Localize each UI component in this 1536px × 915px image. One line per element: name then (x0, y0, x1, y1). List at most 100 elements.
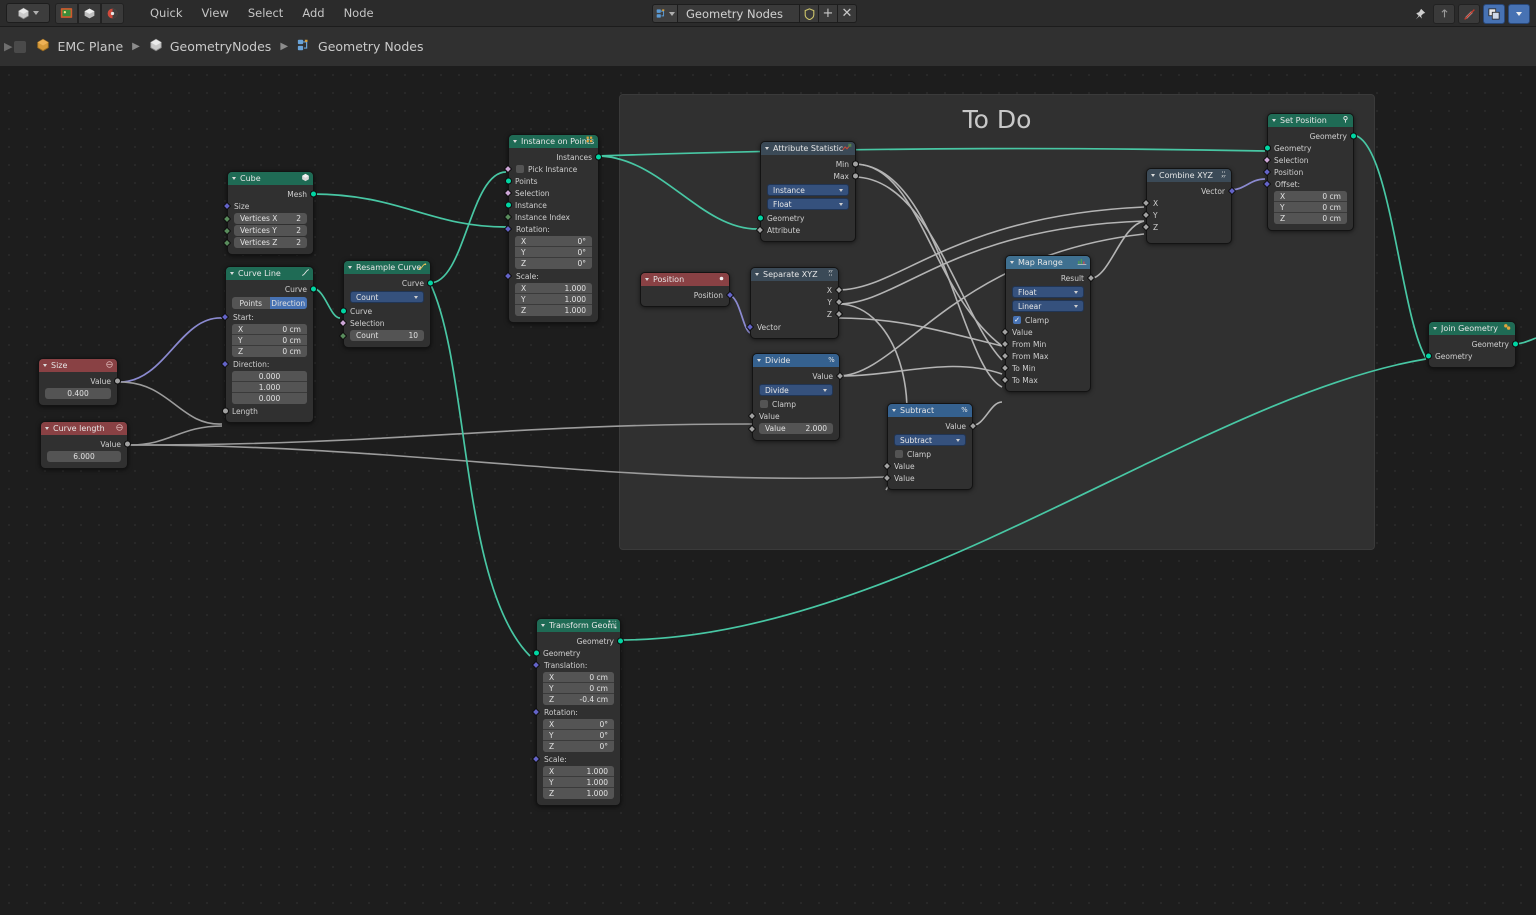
value-field[interactable]: X 0° (515, 236, 592, 247)
node-header[interactable]: Set Position (1268, 114, 1353, 127)
socket-int[interactable] (222, 214, 232, 223)
value-field[interactable]: 0.000 (232, 371, 307, 382)
value-field[interactable]: X 0° (543, 719, 614, 730)
node-tree-icon-button[interactable] (652, 4, 678, 23)
fake-user-shield-icon[interactable] (800, 4, 819, 23)
collapse-chevron-icon[interactable] (43, 364, 47, 367)
socket-geo[interactable] (1350, 132, 1357, 140)
collapse-chevron-icon[interactable] (757, 359, 761, 362)
socket-geo[interactable] (505, 201, 512, 209)
up-arrow-icon[interactable] (1433, 4, 1455, 24)
node-frame[interactable]: To Do (619, 94, 1375, 550)
socket-vector[interactable] (531, 660, 541, 670)
node-instance-on-points[interactable]: Instance on Points Instances Pick Instance… (503, 134, 602, 323)
value-field[interactable]: Vertices Z 2 (234, 237, 307, 248)
node-editor-canvas[interactable]: To Do Size Value 0.400 Curve length Valu… (0, 66, 1536, 915)
node-size[interactable]: Size Value 0.400 (38, 358, 121, 406)
checkbox[interactable] (895, 450, 903, 458)
socket-bool[interactable] (338, 318, 348, 328)
value-field[interactable]: Z 0 cm (232, 346, 307, 357)
socket-vector[interactable] (531, 754, 541, 764)
value-field[interactable]: Y 1.000 (515, 294, 592, 305)
value-field[interactable]: X 0 cm (543, 672, 614, 683)
dropdown[interactable]: Count (350, 291, 424, 303)
overlays-icon[interactable] (1483, 4, 1505, 24)
value-field[interactable]: Y 0 cm (543, 683, 614, 694)
socket-float[interactable] (852, 160, 859, 168)
value-field[interactable]: Z -0.4 cm (543, 694, 614, 705)
value-field[interactable]: Vertices Y 2 (234, 225, 307, 236)
socket-geo[interactable] (1264, 144, 1271, 152)
socket-geo[interactable] (617, 637, 624, 645)
socket-vector[interactable] (531, 707, 541, 717)
node-combine-xyz[interactable]: Combine XYZ •• XY Vector X Y Z (1141, 168, 1237, 244)
menu-select[interactable]: Select (239, 3, 292, 23)
socket-int[interactable] (503, 212, 513, 222)
socket-geo-multi[interactable] (1425, 352, 1432, 360)
checkbox-row[interactable]: Clamp (753, 398, 839, 410)
value-field[interactable]: 6.000 (47, 451, 121, 462)
editor-corner-widget[interactable] (14, 40, 27, 53)
socket-float[interactable] (124, 440, 131, 448)
node-join-geometry[interactable]: Join Geometry Geometry Geometry (1425, 321, 1519, 368)
node-header[interactable]: Curve length (41, 422, 127, 435)
node-header[interactable]: Join Geometry (1429, 322, 1515, 335)
image-editor-icon[interactable] (55, 2, 78, 24)
socket-vector[interactable] (503, 271, 513, 281)
socket-int[interactable] (222, 226, 232, 235)
node-tree-name[interactable]: Geometry Nodes (678, 4, 800, 23)
socket-float[interactable] (222, 407, 229, 415)
collapse-chevron-icon[interactable] (1272, 119, 1276, 122)
checkbox-row[interactable]: Clamp (888, 448, 972, 460)
editor-type-selector[interactable] (6, 3, 50, 23)
checkbox[interactable]: ✓ (1013, 316, 1021, 324)
node-header[interactable]: Curve Line (226, 267, 313, 280)
socket-vector[interactable] (222, 201, 232, 211)
dropdown[interactable]: Subtract (894, 434, 966, 446)
mode-toggle[interactable]: Points Direction (232, 297, 307, 309)
socket-bool[interactable] (503, 188, 513, 198)
collapse-chevron-icon[interactable] (645, 278, 649, 281)
breadcrumb-item-nodetree[interactable]: Geometry Nodes (297, 38, 423, 55)
value-field[interactable]: 0.000 (232, 393, 307, 404)
collapse-chevron-icon[interactable] (892, 409, 896, 412)
node-subtract[interactable]: Subtract% Value Subtract Clamp Value Value (882, 403, 978, 490)
socket-int[interactable] (222, 238, 232, 247)
checkbox-row[interactable]: Pick Instance (503, 163, 598, 175)
node-set-position[interactable]: Set Position Geometry Geometry Selection Pos… (1262, 113, 1357, 231)
node-header[interactable]: Transform Geome.. (537, 619, 620, 632)
value-field[interactable]: X 1.000 (543, 766, 614, 777)
chevron-down-icon[interactable] (1508, 4, 1530, 24)
value-field[interactable]: Y 0 cm (232, 335, 307, 346)
dropdown[interactable]: Float (767, 198, 849, 210)
value-field[interactable]: Z 1.000 (543, 788, 614, 799)
node-curve-length[interactable]: Curve length Value 6.000 (40, 421, 131, 469)
value-field[interactable]: Y 0° (515, 247, 592, 258)
node-header[interactable]: Attribute Statistic (761, 142, 855, 155)
node-header[interactable]: Size (39, 359, 117, 372)
breadcrumb-item-object[interactable]: EMC Plane (36, 38, 123, 55)
dropdown[interactable]: Linear (1012, 300, 1084, 312)
node-header[interactable]: Cube (228, 172, 313, 185)
collapse-chevron-icon[interactable] (232, 177, 236, 180)
shading-icon[interactable] (78, 2, 101, 24)
node-transform-geometry[interactable]: Transform Geome.. Geometry Geometry Transla… (531, 618, 624, 806)
node-header[interactable]: Combine XYZ •• XY (1147, 169, 1231, 182)
value-field[interactable]: Z 0 cm (1274, 213, 1347, 224)
menu-quick[interactable]: Quick (141, 3, 192, 23)
value-field[interactable]: Z 0° (543, 741, 614, 752)
socket-geo[interactable] (595, 153, 602, 161)
toggle-option-points[interactable]: Points (232, 297, 270, 309)
collapse-chevron-icon[interactable] (1010, 261, 1014, 264)
pin-icon[interactable] (1408, 4, 1430, 24)
socket-bool[interactable] (503, 164, 513, 174)
value-field[interactable]: Y 0° (543, 730, 614, 741)
socket-float[interactable] (852, 172, 859, 180)
value-field[interactable]: 0.400 (45, 388, 111, 399)
collapse-chevron-icon[interactable] (755, 273, 759, 276)
socket-vector[interactable] (220, 312, 230, 322)
socket-geo[interactable] (340, 307, 347, 315)
socket-vector[interactable] (503, 224, 513, 234)
node-header[interactable]: Subtract% (888, 404, 972, 417)
menu-add[interactable]: Add (293, 3, 333, 23)
